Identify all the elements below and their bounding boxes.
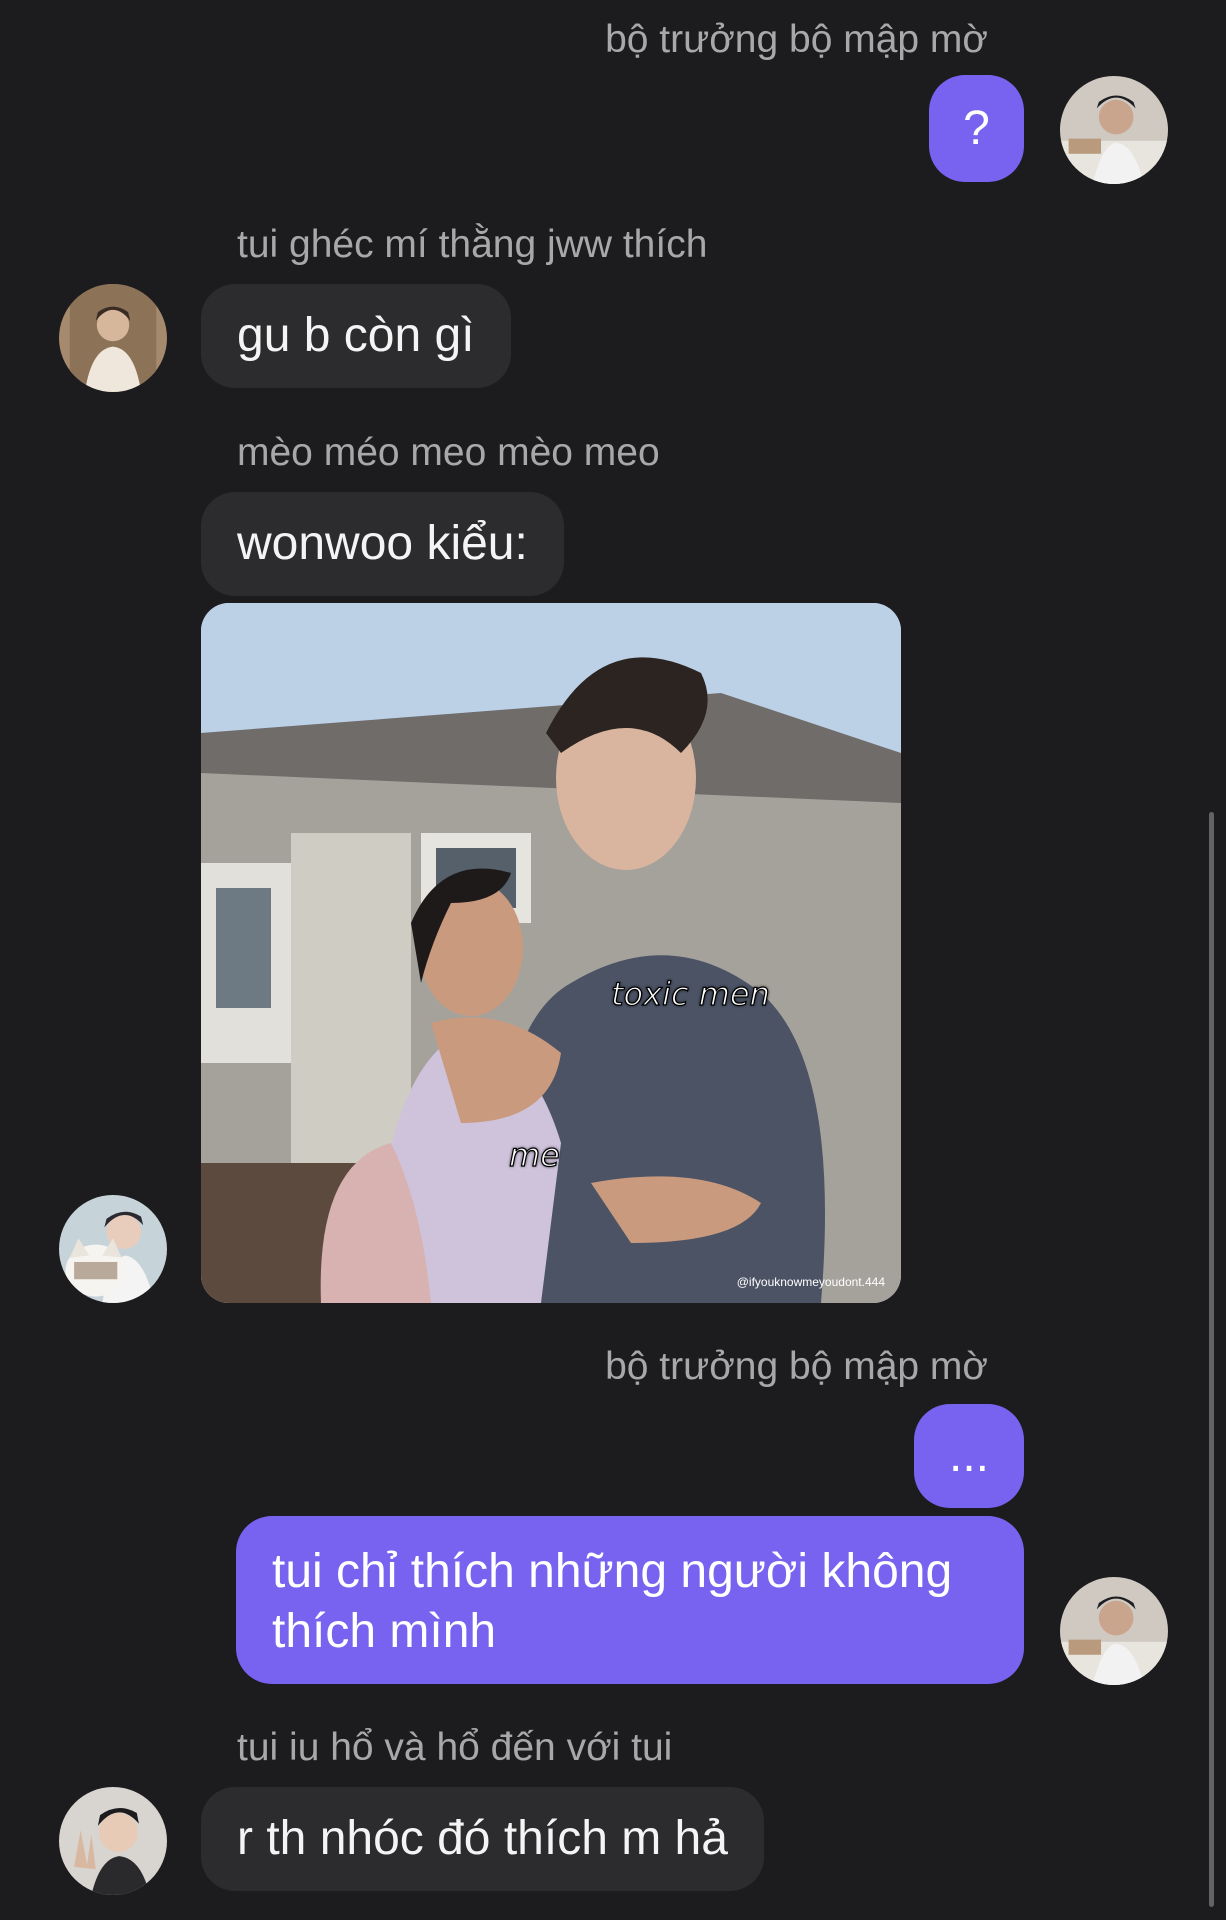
meme-caption: toxic men bbox=[610, 974, 770, 1013]
sender-avatar[interactable] bbox=[59, 1787, 167, 1895]
tiktok-watermark: @ifyouknowmeyoudont.444 bbox=[736, 1275, 885, 1289]
image-message[interactable]: toxic men me @ifyouknowmeyoudont.444 bbox=[201, 603, 901, 1303]
sender-avatar[interactable] bbox=[59, 1195, 167, 1303]
scrollbar[interactable] bbox=[1209, 812, 1214, 1907]
message-bubble-outgoing[interactable]: ... bbox=[914, 1404, 1024, 1508]
meme-photo bbox=[201, 603, 901, 1303]
sender-name: mèo méo meo mèo meo bbox=[237, 431, 660, 474]
message-bubble-incoming[interactable]: r th nhóc đó thích m hả bbox=[201, 1787, 764, 1891]
message-bubble-outgoing[interactable]: ? bbox=[929, 75, 1024, 182]
sender-name: tui iu hổ và hổ đến với tui bbox=[237, 1726, 673, 1769]
sender-avatar[interactable] bbox=[59, 284, 167, 392]
message-bubble-incoming[interactable]: wonwoo kiểu: bbox=[201, 492, 564, 596]
meme-caption: me bbox=[508, 1135, 560, 1174]
user-avatar[interactable] bbox=[1060, 1577, 1168, 1685]
sender-name: bộ trưởng bộ mập mờ bbox=[605, 1345, 988, 1388]
sender-name: tui ghéc mí thằng jww thích bbox=[237, 223, 708, 266]
user-avatar[interactable] bbox=[1060, 76, 1168, 184]
message-bubble-incoming[interactable]: gu b còn gì bbox=[201, 284, 511, 388]
sender-name: bộ trưởng bộ mập mờ bbox=[605, 18, 988, 61]
message-bubble-outgoing[interactable]: tui chỉ thích những người không thích mì… bbox=[236, 1516, 1024, 1684]
